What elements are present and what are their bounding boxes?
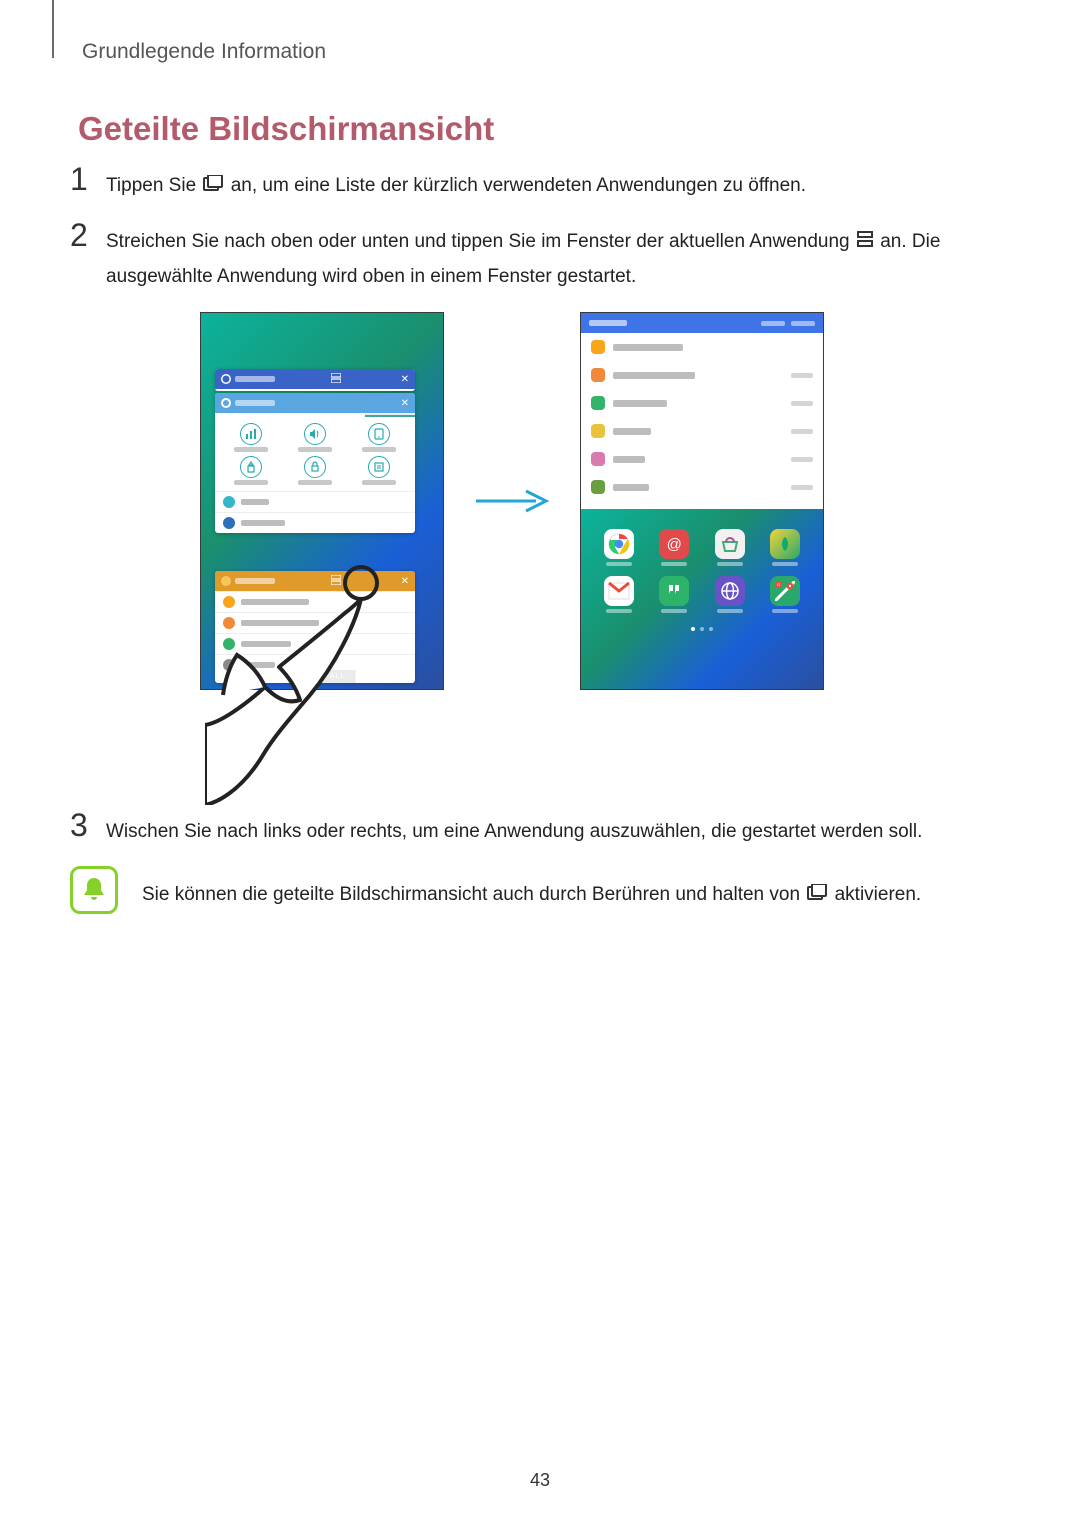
card-title [235, 376, 275, 382]
page-number: 43 [0, 1470, 1080, 1491]
hangouts-icon [659, 576, 689, 606]
screenshot-split-result: @ G [580, 312, 824, 690]
note-bell-icon [70, 866, 118, 914]
note: Sie können die geteilte Bildschirmansich… [70, 866, 980, 914]
section-heading: Geteilte Bildschirmansicht [78, 110, 494, 148]
email-icon: @ [659, 529, 689, 559]
display-icon [368, 423, 390, 445]
step-text: Tippen Sie an, um eine Liste der kürzlic… [106, 165, 980, 203]
split-screen-icon [331, 373, 341, 385]
split-screen-icon [331, 575, 341, 587]
themes-icon [240, 456, 262, 478]
step-3: 3 Wischen Sie nach links oder rechts, um… [70, 811, 980, 849]
card-title [235, 400, 275, 406]
step-text-pre: Tippen Sie [106, 175, 201, 196]
figure: ✕ ✕ [200, 312, 824, 690]
step-number: 2 [70, 219, 106, 251]
step-number: 1 [70, 163, 106, 195]
note-post: aktivieren. [835, 884, 922, 905]
data-usage-icon [240, 423, 262, 445]
breadcrumb: Grundlegende Information [82, 40, 326, 64]
split-screen-icon [857, 225, 873, 259]
internet-icon [715, 576, 745, 606]
chrome-icon [604, 529, 634, 559]
screenshot-recent-apps: ✕ ✕ [200, 312, 444, 690]
manual-icon [368, 456, 390, 478]
galaxy-apps-icon [715, 529, 745, 559]
step-text: Wischen Sie nach links oder rechts, um e… [106, 811, 980, 849]
gallery-icon [770, 529, 800, 559]
note-text: Sie können die geteilte Bildschirmansich… [142, 866, 980, 912]
recent-apps-icon [807, 878, 827, 912]
close-icon: ✕ [401, 374, 409, 385]
sound-icon [304, 423, 326, 445]
close-icon: ✕ [401, 576, 409, 587]
step-1: 1 Tippen Sie an, um eine Liste der kürzl… [70, 165, 980, 203]
close-icon: ✕ [401, 398, 409, 409]
step-2: 2 Streichen Sie nach oben oder unten und… [70, 221, 980, 293]
gmail-icon [604, 576, 634, 606]
maps-icon: G [770, 576, 800, 606]
step-text-pre: Streichen Sie nach oben oder unten und t… [106, 231, 855, 252]
step-text: Streichen Sie nach oben oder unten und t… [106, 221, 980, 293]
svg-text:G: G [777, 582, 780, 587]
note-pre: Sie können die geteilte Bildschirmansich… [142, 884, 805, 905]
step-text-post: an, um eine Liste der kürzlich verwendet… [231, 175, 806, 196]
close-all-button: CLOSE ALL [289, 670, 356, 683]
myfiles-title [589, 320, 627, 326]
arrow-icon [474, 489, 550, 513]
card-title [235, 578, 275, 584]
recent-apps-icon [203, 169, 223, 203]
header-rule [52, 0, 54, 58]
lock-icon [304, 456, 326, 478]
step-number: 3 [70, 809, 106, 841]
